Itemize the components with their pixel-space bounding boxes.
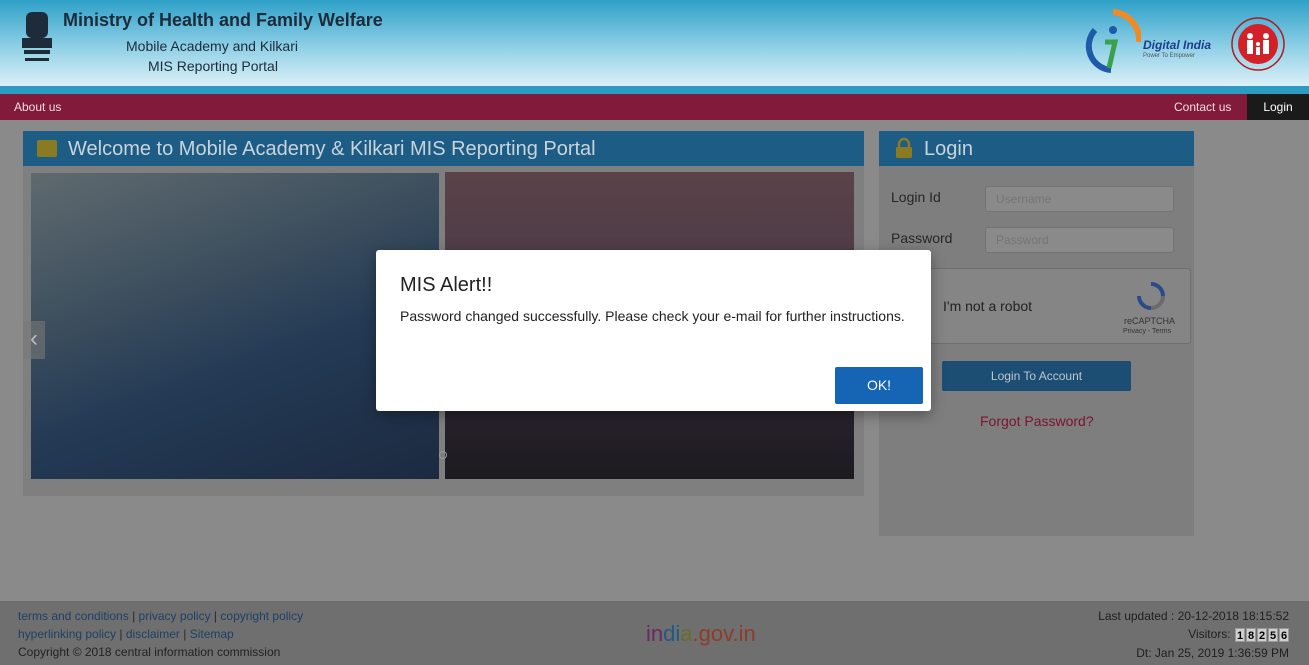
recaptcha-brand: reCAPTCHA — [1124, 316, 1176, 326]
separator: | — [183, 627, 187, 641]
visitor-digit: 1 — [1235, 627, 1245, 642]
india-gov-part: .gov.in — [692, 621, 756, 646]
footer-status: Last updated : 20-12-2018 18:15:52 Visit… — [1098, 607, 1289, 662]
nav-login[interactable]: Login — [1247, 94, 1309, 120]
national-health-mission-logo — [1231, 17, 1285, 71]
alert-message: Password changed successfully. Please ch… — [400, 308, 905, 324]
visitor-counter: Visitors: 18256 — [1098, 625, 1289, 644]
site-header: Ministry of Health and Family Welfare Mo… — [0, 0, 1309, 86]
carousel-prev-button[interactable]: ‹ — [23, 321, 45, 359]
ministry-title: Ministry of Health and Family Welfare — [63, 10, 383, 30]
alert-ok-button[interactable]: OK! — [835, 367, 923, 404]
terms-link[interactable]: terms and conditions — [18, 609, 129, 623]
recaptcha-widget[interactable]: I'm not a robot reCAPTCHA Privacy - Term… — [927, 268, 1191, 344]
india-gov-part: in — [646, 621, 664, 646]
login-id-label: Login Id — [891, 189, 941, 205]
digital-india-icon — [1085, 9, 1143, 73]
india-gov-part: di — [663, 621, 681, 646]
login-header: Login — [879, 131, 1194, 166]
footer-links: terms and conditions | privacy policy | … — [18, 607, 303, 661]
visitor-digit: 6 — [1279, 627, 1289, 642]
current-date: Dt: Jan 25, 2019 1:36:59 PM — [1136, 645, 1289, 660]
privacy-link[interactable]: privacy policy — [139, 609, 211, 623]
separator: | — [132, 609, 136, 623]
india-gov-part: a — [680, 621, 693, 646]
lock-icon — [896, 137, 912, 158]
hyperlinking-link[interactable]: hyperlinking policy — [18, 627, 116, 641]
copyright-policy-link[interactable]: copyright policy — [220, 609, 303, 623]
visitor-digit: 8 — [1246, 627, 1256, 642]
digital-india-text: Digital India — [1143, 38, 1212, 52]
site-footer: terms and conditions | privacy policy | … — [0, 601, 1309, 665]
recaptcha-icon — [1137, 282, 1165, 310]
visitor-digits: 18256 — [1234, 626, 1289, 644]
visitors-label: Visitors: — [1188, 627, 1231, 641]
digital-india-logo: Digital India Power To Empower — [1085, 8, 1215, 76]
nav-contact-us[interactable]: Contact us — [1174, 94, 1231, 120]
copyright-text: Copyright © 2018 central information com… — [18, 645, 281, 659]
alert-title: MIS Alert!! — [400, 274, 493, 296]
password-label: Password — [891, 230, 953, 246]
password-input[interactable] — [985, 227, 1174, 253]
nav-about-us[interactable]: About us — [14, 94, 61, 120]
welcome-title: Welcome to Mobile Academy & Kilkari MIS … — [68, 138, 596, 160]
alert-dialog: MIS Alert!! Password changed successfull… — [376, 250, 931, 411]
welcome-header: Welcome to Mobile Academy & Kilkari MIS … — [23, 131, 864, 166]
national-emblem-icon — [22, 12, 52, 61]
visitor-digit: 2 — [1257, 627, 1267, 642]
separator: | — [213, 609, 218, 623]
forgot-password-link[interactable]: Forgot Password? — [980, 413, 1094, 429]
disclaimer-link[interactable]: disclaimer — [126, 627, 180, 641]
portal-subtitle-2: MIS Reporting Portal — [148, 58, 278, 74]
carousel-indicator[interactable] — [439, 451, 447, 459]
username-input[interactable] — [985, 186, 1174, 212]
image-icon — [37, 140, 57, 157]
visitor-digit: 5 — [1268, 627, 1278, 642]
separator: | — [119, 627, 123, 641]
header-divider — [0, 86, 1309, 94]
digital-india-tagline: Power To Empower — [1143, 53, 1195, 59]
last-updated: Last updated : 20-12-2018 18:15:52 — [1098, 609, 1289, 623]
sitemap-link[interactable]: Sitemap — [190, 627, 234, 641]
recaptcha-links[interactable]: Privacy - Terms — [1123, 328, 1171, 335]
main-nav: About us Contact us Login — [0, 94, 1309, 120]
login-button[interactable]: Login To Account — [942, 361, 1131, 391]
portal-subtitle-1: Mobile Academy and Kilkari — [126, 38, 298, 54]
login-title: Login — [924, 138, 973, 160]
recaptcha-label: I'm not a robot — [943, 298, 1033, 314]
india-gov-logo[interactable]: india.gov.in — [646, 621, 756, 647]
